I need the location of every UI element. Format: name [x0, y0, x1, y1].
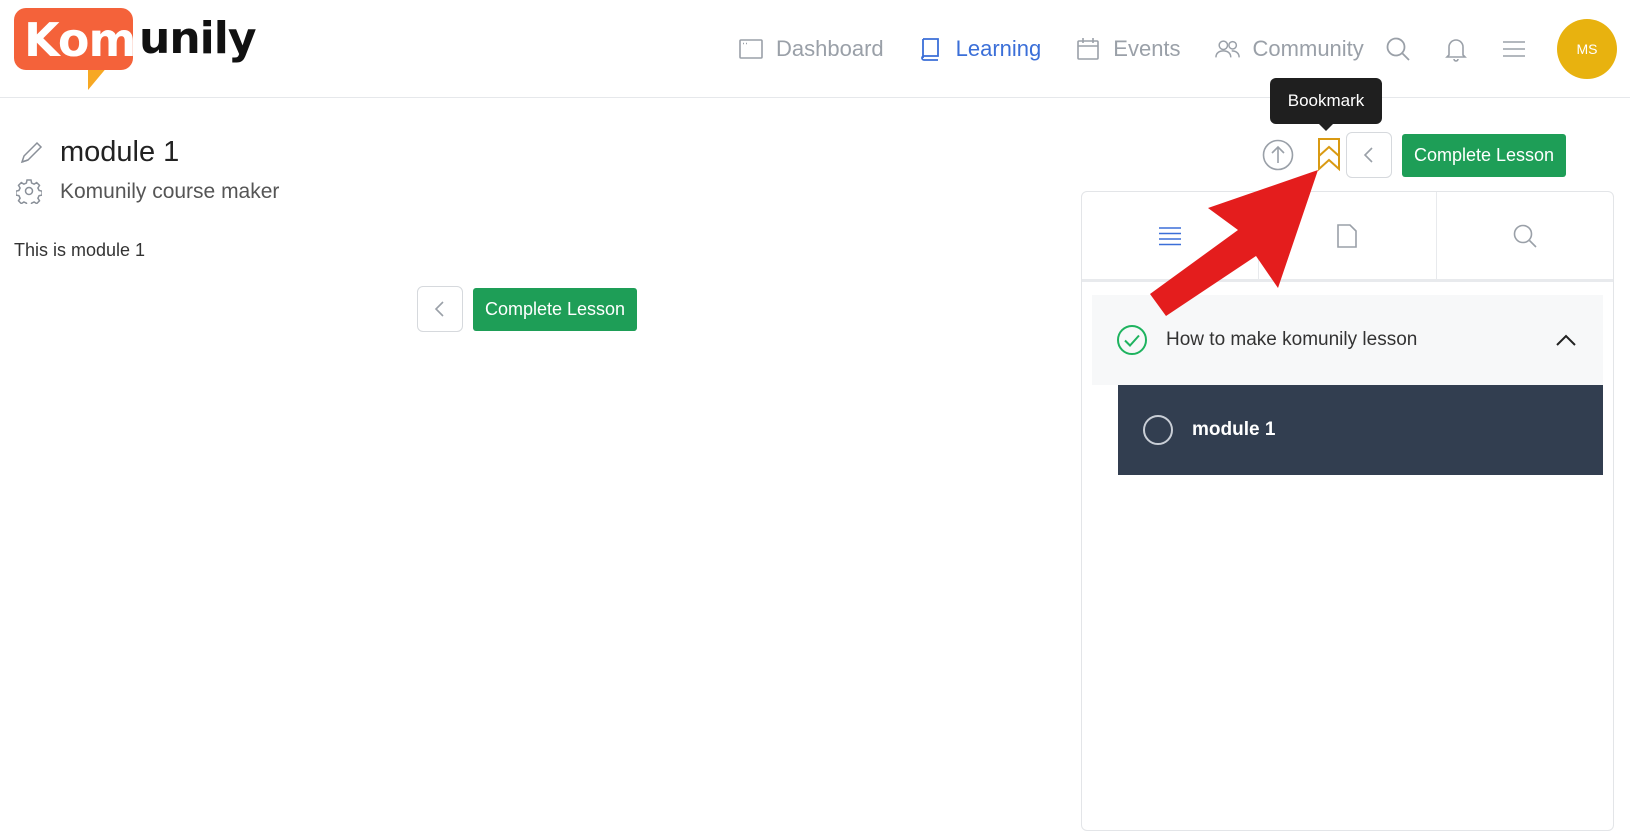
nav-learning[interactable]: Learning [918, 36, 1042, 62]
tab-outline[interactable] [1082, 192, 1260, 279]
course-outline-panel: How to make komunily lesson module 1 [1081, 191, 1614, 831]
browser-window-icon [739, 39, 763, 59]
logo-text-kom: Kom [24, 13, 136, 67]
tooltip-arrow [1319, 124, 1333, 131]
menu-button[interactable] [1499, 34, 1529, 64]
header-search-button[interactable] [1383, 34, 1413, 64]
lesson-label: module 1 [1192, 419, 1276, 440]
pencil-edit-icon[interactable] [18, 140, 44, 166]
chevron-up-icon[interactable] [1555, 329, 1577, 351]
nav-community-label: Community [1252, 36, 1364, 61]
sidebar-complete-lesson-button[interactable]: Complete Lesson [1402, 134, 1566, 177]
complete-lesson-button[interactable]: Complete Lesson [473, 288, 637, 331]
nav-events[interactable]: Events [1075, 36, 1181, 62]
nav-events-label: Events [1113, 36, 1181, 61]
course-name: Komunily course maker [60, 180, 280, 203]
top-header: Kom unily Dashboard Learning Events Comm… [0, 0, 1630, 98]
page-title: module 1 [60, 136, 180, 168]
notifications-button[interactable] [1441, 34, 1471, 64]
logo-text-unily: unily [139, 13, 256, 64]
lesson-content: This is module 1 [14, 240, 146, 260]
list-icon [1159, 226, 1182, 245]
tab-search[interactable] [1437, 192, 1613, 279]
nav-learning-label: Learning [955, 36, 1042, 61]
panel-tabs [1082, 192, 1613, 282]
hamburger-menu-icon [1503, 41, 1525, 57]
course-section-row[interactable]: How to make komunily lesson [1092, 295, 1603, 385]
users-icon [1214, 40, 1240, 58]
gear-icon[interactable] [16, 178, 42, 204]
nav-dashboard[interactable]: Dashboard [738, 36, 884, 62]
book-icon [920, 38, 939, 61]
lesson-item-current[interactable]: module 1 [1118, 385, 1603, 475]
header-actions: MS [1383, 0, 1617, 98]
document-icon [1337, 223, 1358, 248]
chevron-left-icon [434, 301, 444, 317]
bell-icon [1445, 39, 1467, 62]
search-icon [1513, 224, 1537, 248]
previous-lesson-button[interactable] [417, 286, 463, 332]
tab-documents[interactable] [1259, 192, 1437, 279]
calendar-icon [1077, 38, 1100, 60]
user-avatar[interactable]: MS [1557, 19, 1617, 79]
nav-dashboard-label: Dashboard [776, 36, 884, 61]
scroll-top-icon[interactable] [1262, 139, 1294, 171]
chevron-left-icon [1363, 147, 1373, 163]
bookmark-icon[interactable] [1314, 136, 1344, 172]
empty-circle-icon [1143, 415, 1173, 445]
section-label: How to make komunily lesson [1166, 329, 1418, 350]
sidebar-previous-button[interactable] [1346, 132, 1392, 178]
check-circle-icon [1117, 325, 1147, 355]
search-icon [1386, 37, 1410, 61]
nav-community[interactable]: Community [1214, 36, 1364, 62]
bookmark-tooltip: Bookmark [1270, 78, 1382, 124]
komunily-logo[interactable]: Kom unily [14, 8, 256, 90]
